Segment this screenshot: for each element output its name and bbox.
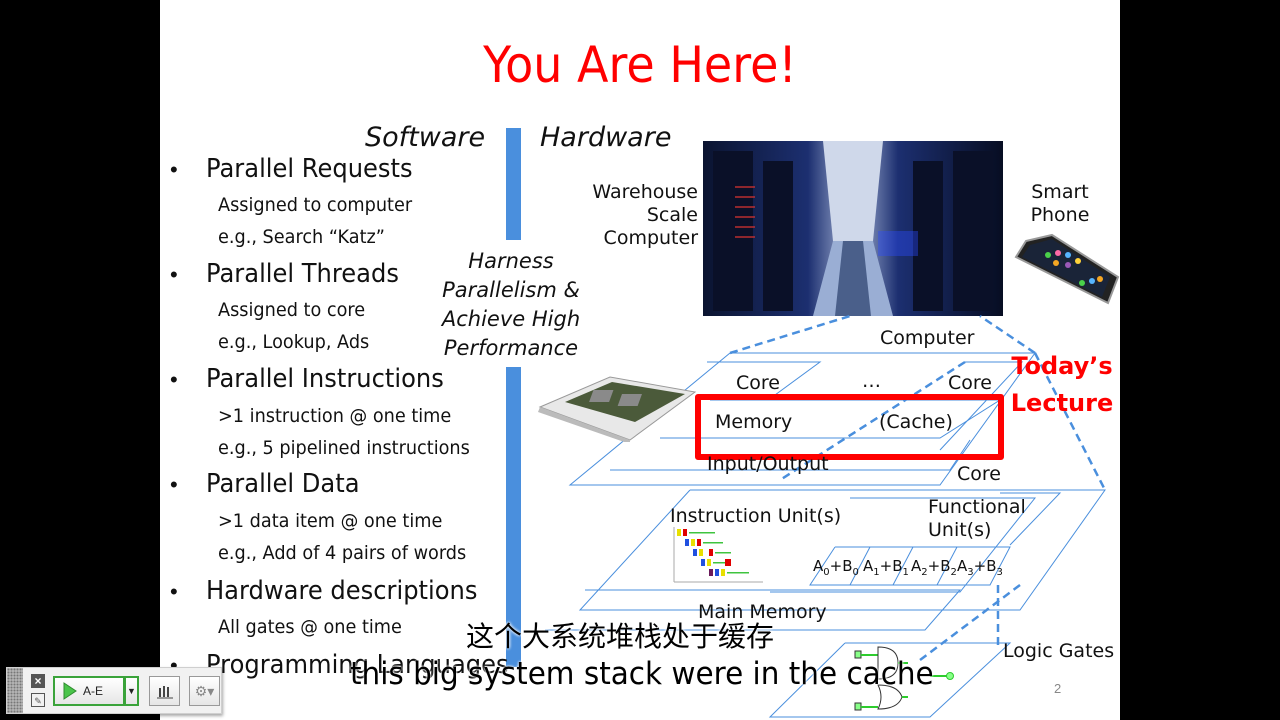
cache-label: (Cache) bbox=[879, 411, 953, 433]
subtitle-chinese: 这个大系统堆栈处于缓存 bbox=[466, 620, 775, 653]
subscript: 3 bbox=[967, 567, 974, 578]
start-button[interactable]: A-E bbox=[53, 676, 125, 706]
subscript: 2 bbox=[950, 567, 957, 578]
dropdown-arrow-icon: ▼ bbox=[127, 686, 136, 696]
bar-chart-icon bbox=[156, 686, 173, 699]
pipeline-diagram-image bbox=[673, 527, 763, 583]
ellipsis-label: … bbox=[862, 370, 881, 392]
toolbar-drag-handle[interactable] bbox=[7, 668, 23, 713]
label-line: Today’s bbox=[1011, 352, 1113, 380]
subscript: 0 bbox=[823, 567, 830, 578]
core-left-label: Core bbox=[736, 372, 780, 394]
computer-label: Computer bbox=[880, 327, 975, 349]
operand: A bbox=[957, 557, 968, 575]
operand: B bbox=[842, 557, 853, 575]
label-line: Lecture bbox=[1010, 389, 1114, 417]
subtitle-english: this big system stack were in the cache bbox=[350, 656, 934, 692]
zoom-line bbox=[729, 314, 851, 355]
adder-2: A2+B2 bbox=[911, 557, 957, 578]
settings-button[interactable]: ⚙▾ bbox=[189, 676, 220, 706]
operand: B bbox=[986, 557, 997, 575]
subscript: 1 bbox=[902, 567, 909, 578]
system-stack-diagram bbox=[545, 314, 1107, 718]
adder-3: A3+B3 bbox=[957, 557, 1003, 578]
subscript: 2 bbox=[921, 567, 928, 578]
server-board-image bbox=[538, 376, 697, 442]
io-label: Input/Output bbox=[707, 453, 829, 475]
label-line: Unit(s) bbox=[928, 519, 992, 541]
presentation-toolbar: × ✎ A-E ▼ ⚙▾ bbox=[6, 667, 222, 714]
functional-units-label: Functional Unit(s) bbox=[928, 496, 1026, 542]
subscript: 1 bbox=[873, 567, 880, 578]
operand: B bbox=[940, 557, 951, 575]
operand: A bbox=[863, 557, 874, 575]
adder-0: A0+B0 bbox=[813, 557, 859, 578]
start-button-label: A-E bbox=[83, 684, 104, 698]
memory-label: Memory bbox=[715, 411, 793, 433]
adder-1: A1+B1 bbox=[863, 557, 909, 578]
label-line: Functional bbox=[928, 496, 1026, 518]
gear-icon: ⚙▾ bbox=[194, 682, 215, 699]
core-right-label: Core bbox=[948, 372, 992, 394]
todays-lecture-label: Today’s Lecture bbox=[1008, 348, 1116, 422]
subscript: 0 bbox=[852, 567, 859, 578]
operand: A bbox=[911, 557, 922, 575]
instruction-units-label: Instruction Unit(s) bbox=[670, 505, 842, 527]
results-button[interactable] bbox=[149, 676, 180, 706]
start-dropdown-button[interactable]: ▼ bbox=[124, 676, 139, 706]
slide: You Are Here! Software Hardware • Parall… bbox=[160, 0, 1120, 720]
core-lower-label: Core bbox=[957, 463, 1001, 485]
operand: B bbox=[892, 557, 903, 575]
page-number: 2 bbox=[1054, 681, 1062, 696]
close-icon[interactable]: × bbox=[31, 674, 45, 688]
play-icon bbox=[63, 682, 77, 700]
edit-icon[interactable]: ✎ bbox=[31, 693, 45, 707]
operand: A bbox=[813, 557, 824, 575]
subscript: 3 bbox=[996, 567, 1003, 578]
logic-gates-label: Logic Gates bbox=[1003, 640, 1115, 662]
